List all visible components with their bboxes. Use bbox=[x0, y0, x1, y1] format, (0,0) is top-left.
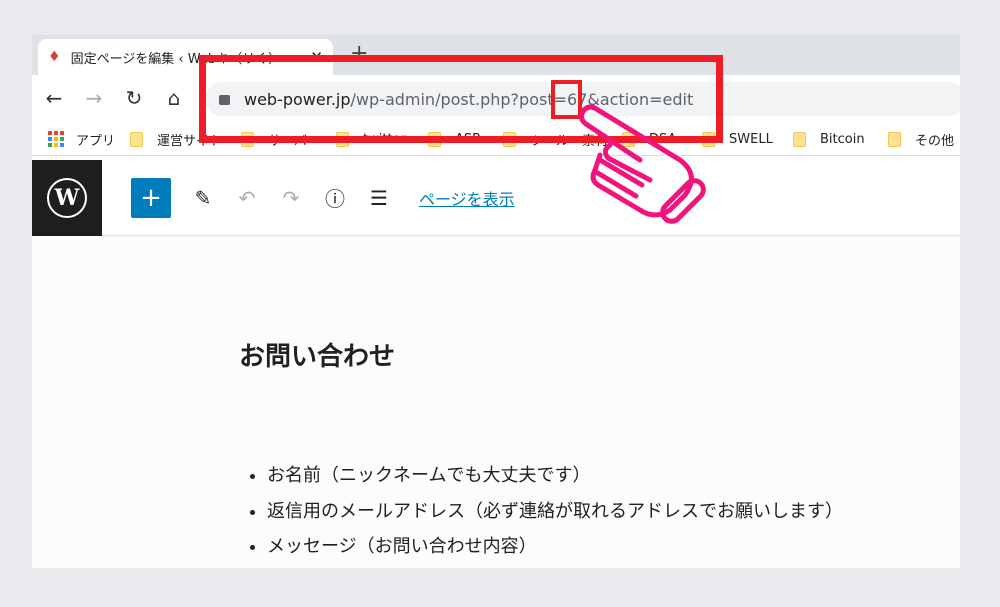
undo-icon[interactable]: ↶ bbox=[235, 186, 259, 210]
site-favicon-icon: ♦ bbox=[48, 49, 61, 65]
folder-icon bbox=[130, 131, 143, 147]
list-item: 返信用のメールアドレス（必ず連絡が取れるアドレスでお願いします） bbox=[267, 494, 843, 530]
back-icon[interactable]: ← bbox=[34, 86, 74, 110]
view-page-link[interactable]: ページを表示 bbox=[419, 186, 515, 210]
info-icon[interactable]: ⓘ bbox=[323, 183, 347, 212]
wordpress-icon: W bbox=[47, 177, 87, 218]
redo-icon[interactable]: ↷ bbox=[279, 186, 303, 210]
bookmark-label: Bitcoin bbox=[820, 131, 865, 147]
list-item: お名前（ニックネームでも大丈夫です） bbox=[267, 458, 843, 494]
apps-grid-icon bbox=[48, 131, 64, 147]
pointing-hand-icon bbox=[578, 104, 706, 224]
pencil-icon[interactable]: ✎ bbox=[191, 186, 215, 210]
folder-icon bbox=[888, 131, 901, 147]
home-icon[interactable]: ⌂ bbox=[154, 86, 194, 110]
folder-icon bbox=[793, 131, 806, 147]
form-items-list[interactable]: お名前（ニックネームでも大丈夫です） 返信用のメールアドレス（必ず連絡が取れるア… bbox=[267, 458, 843, 565]
bookmark-label: アプリ bbox=[76, 133, 116, 149]
editor-canvas: お問い合わせ お名前（ニックネームでも大丈夫です） 返信用のメールアドレス（必ず… bbox=[32, 236, 960, 568]
bookmark-apps[interactable]: アプリ bbox=[48, 122, 115, 156]
page-title[interactable]: お問い合わせ bbox=[239, 336, 395, 373]
list-item: メッセージ（お問い合わせ内容） bbox=[267, 529, 843, 565]
bookmark-label: SWELL bbox=[729, 131, 773, 147]
list-view-icon[interactable]: ☰ bbox=[367, 186, 391, 210]
bookmark-folder[interactable]: Bitcoin bbox=[793, 122, 865, 156]
wordpress-logo[interactable]: W bbox=[32, 159, 102, 236]
add-block-button[interactable]: + bbox=[131, 177, 171, 218]
bookmark-folder[interactable]: その他 bbox=[888, 122, 954, 156]
forward-icon[interactable]: → bbox=[74, 86, 114, 110]
bookmark-label: その他 bbox=[915, 133, 955, 149]
reload-icon[interactable]: ↻ bbox=[114, 86, 154, 110]
editor-toolbar: W + ✎ ↶ ↷ ⓘ ☰ ページを表示 bbox=[32, 159, 960, 236]
